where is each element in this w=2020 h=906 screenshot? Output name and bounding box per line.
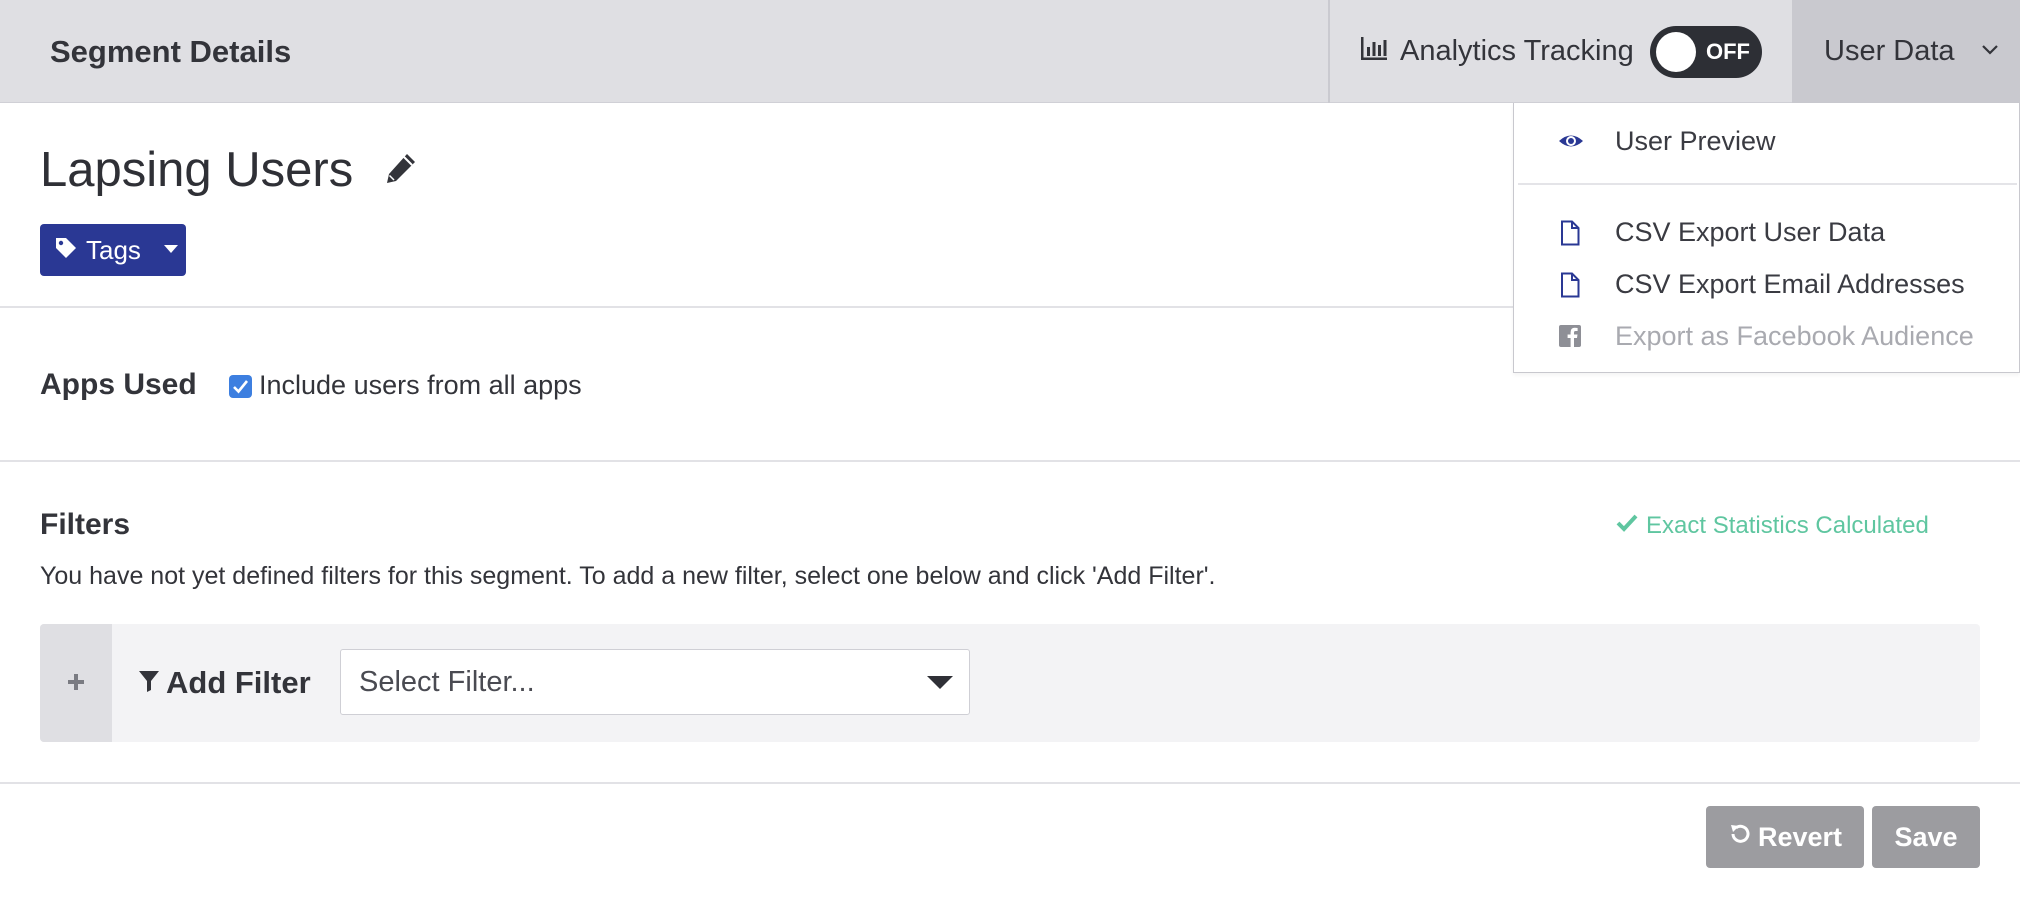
page-title: Segment Details [50,34,292,69]
include-all-apps-checkbox[interactable] [229,375,252,398]
plus-icon [66,666,86,700]
add-filter-panel [40,624,1980,742]
filters-heading: Filters [40,508,131,541]
user-data-dropdown-button[interactable]: User Data [1792,0,2020,103]
filter-select-placeholder: Select Filter... [359,666,535,698]
caret-down-icon [163,241,179,259]
caret-down-icon [927,676,953,689]
add-filter-plus-button[interactable] [40,624,112,742]
file-icon [1558,220,1582,246]
segment-name: Lapsing Users [40,143,354,197]
menu-item-csv-export-email-addresses[interactable]: CSV Export Email Addresses [1514,261,2020,307]
apps-used-label: Apps Used [40,368,197,401]
toggle-knob [1656,32,1696,72]
facebook-icon [1558,324,1582,348]
segment-name-row: Lapsing Users [40,142,419,198]
user-data-menu: User Preview CSV Export User Data CSV Ex… [1513,103,2020,373]
section-divider [0,782,2020,784]
user-data-label: User Data [1824,35,1955,67]
save-button[interactable]: Save [1872,806,1980,868]
bar-chart-icon [1360,36,1388,67]
menu-item-label: CSV Export User Data [1615,217,1886,247]
undo-icon [1728,822,1752,853]
save-label: Save [1894,821,1958,852]
filters-help-text: You have not yet defined filters for thi… [40,562,1216,590]
analytics-tracking-toggle[interactable]: OFF [1650,26,1762,78]
file-icon [1558,272,1582,298]
header-divider [1328,0,1330,103]
tags-label: Tags [86,234,141,265]
menu-separator [1518,183,2017,185]
menu-item-label: Export as Facebook Audience [1615,321,1974,351]
menu-item-user-preview[interactable]: User Preview [1514,118,2020,164]
menu-item-export-facebook-audience: Export as Facebook Audience [1514,313,2020,359]
section-divider [0,460,2020,462]
chevron-down-icon [1981,43,1999,61]
exact-statistics-label: Exact Statistics Calculated [1646,512,1929,539]
filter-icon [138,669,160,698]
menu-item-csv-export-user-data[interactable]: CSV Export User Data [1514,209,2020,255]
menu-item-label: CSV Export Email Addresses [1615,269,1965,299]
top-header: Segment Details Analytics Tracking OFF U… [0,0,2020,103]
add-filter-label: Add Filter [166,665,311,700]
exact-statistics-status: Exact Statistics Calculated [1616,512,1929,540]
analytics-tracking-label: Analytics Tracking [1400,35,1634,67]
toggle-state-label: OFF [1706,39,1750,64]
revert-label: Revert [1757,821,1843,852]
add-filter-button[interactable]: Add Filter [138,624,311,742]
pencil-icon[interactable] [383,142,419,198]
menu-item-label: User Preview [1615,126,1776,156]
check-icon [1616,512,1638,540]
tags-dropdown-button[interactable]: Tags [40,224,186,276]
analytics-tracking: Analytics Tracking [1360,0,1634,103]
include-all-apps-label[interactable]: Include users from all apps [259,370,582,401]
tag-icon [54,236,78,265]
filter-select[interactable]: Select Filter... [340,649,970,715]
revert-button[interactable]: Revert [1706,806,1864,868]
eye-icon [1558,129,1583,153]
